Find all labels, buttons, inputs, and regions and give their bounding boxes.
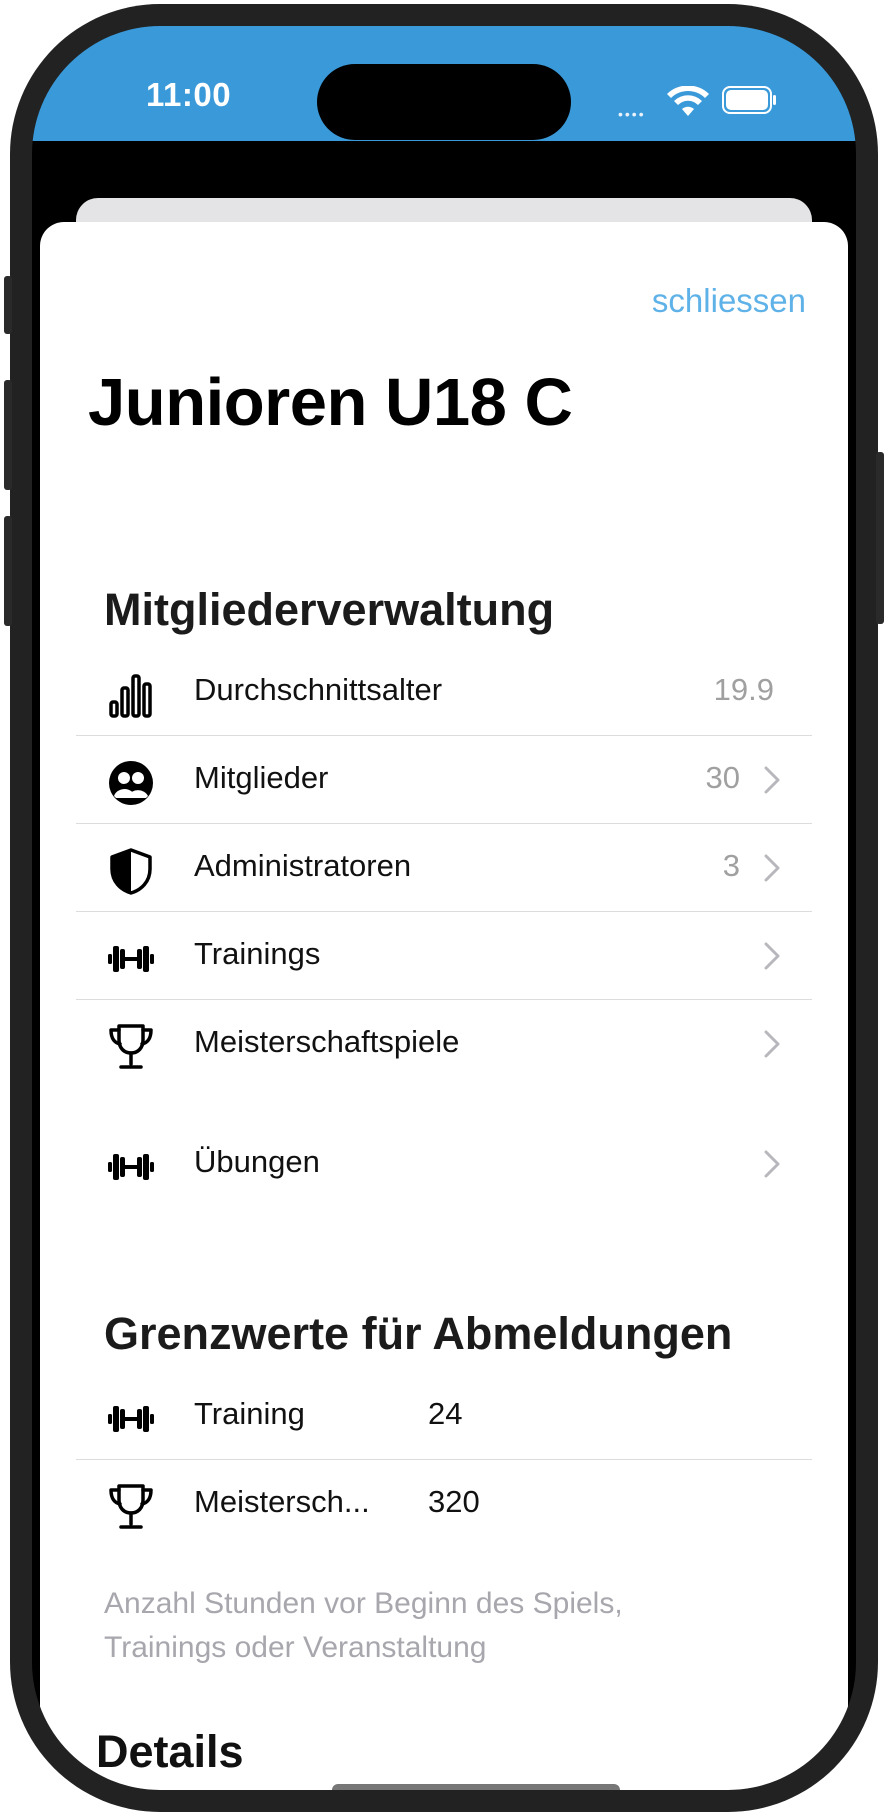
page-title: Junioren U18 C: [88, 365, 573, 440]
row-championship-limit[interactable]: Meistersch... 320: [76, 1460, 812, 1548]
signal-icon: ••••: [618, 106, 646, 122]
members-count: 30: [705, 760, 740, 795]
chevron-right-icon: [764, 1030, 780, 1058]
championship-limit-value[interactable]: 320: [428, 1484, 480, 1520]
row-label: Mitglieder: [194, 760, 329, 795]
trophy-icon: [109, 1484, 153, 1529]
limits-footnote: Anzahl Stunden vor Beginn des Spiels, Tr…: [104, 1587, 623, 1664]
side-button: [4, 276, 12, 334]
power-button: [876, 452, 884, 624]
section-title-members: Mitgliederverwaltung: [104, 584, 555, 635]
phone-frame: 11:00 •••• schliessen Junioren U18 C Mit…: [4, 4, 884, 1812]
dumbbell-icon: [108, 1154, 154, 1180]
status-time: 11:00: [146, 76, 232, 113]
row-average-age: Durchschnittsalter 19.9: [76, 648, 812, 736]
chevron-right-icon: [764, 942, 780, 970]
shield-icon: [110, 848, 152, 895]
row-members[interactable]: Mitglieder 30: [76, 736, 812, 824]
row-label: Durchschnittsalter: [194, 672, 443, 707]
volume-up-button: [4, 380, 12, 490]
chevron-right-icon: [764, 854, 780, 882]
battery-icon: [722, 86, 776, 114]
section-title-details: Details: [96, 1726, 244, 1777]
volume-down-button: [4, 516, 12, 626]
dynamic-island: [317, 64, 571, 140]
row-administrators[interactable]: Administratoren 3: [76, 824, 812, 912]
people-icon: [109, 761, 153, 805]
trophy-icon: [109, 1024, 153, 1069]
row-exercises[interactable]: Übungen: [76, 1120, 812, 1208]
row-label: Trainings: [194, 936, 321, 971]
row-label: Training: [194, 1396, 305, 1431]
chevron-right-icon: [764, 766, 780, 794]
close-button[interactable]: schliessen: [652, 282, 806, 320]
administrators-count: 3: [722, 848, 740, 883]
bar-chart-icon: [109, 674, 152, 718]
row-championship-games[interactable]: Meisterschaftspiele: [76, 1000, 812, 1088]
row-label: Meistersch...: [194, 1484, 370, 1519]
average-age-value: 19.9: [713, 672, 774, 707]
dumbbell-icon: [108, 946, 154, 972]
row-label: Meisterschaftspiele: [194, 1024, 460, 1059]
dumbbell-icon: [108, 1406, 154, 1432]
chevron-right-icon: [764, 1150, 780, 1178]
wifi-icon: [667, 86, 709, 116]
home-indicator[interactable]: [332, 1784, 620, 1790]
status-bar: 11:00 ••••: [32, 26, 856, 141]
row-label: Administratoren: [194, 848, 412, 883]
training-limit-value[interactable]: 24: [428, 1396, 462, 1432]
row-training-limit[interactable]: Training 24: [76, 1372, 812, 1460]
row-label: Übungen: [194, 1144, 320, 1179]
row-trainings[interactable]: Trainings: [76, 912, 812, 1000]
modal-sheet: schliessen Junioren U18 C Mitgliederverw…: [40, 222, 848, 1790]
section-title-limits: Grenzwerte für Abmeldungen: [104, 1308, 733, 1359]
screen: 11:00 •••• schliessen Junioren U18 C Mit…: [32, 26, 856, 1790]
